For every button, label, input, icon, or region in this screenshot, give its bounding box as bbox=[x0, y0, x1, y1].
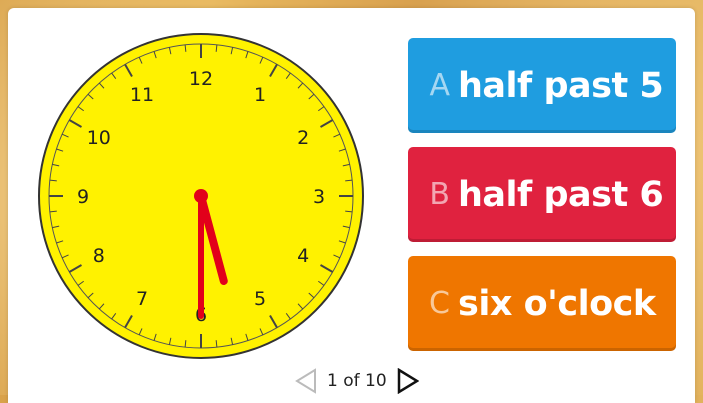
answer-letter: C bbox=[429, 286, 450, 321]
answer-letter: B bbox=[429, 177, 450, 212]
pager: 1 of 10 bbox=[293, 364, 433, 398]
answer-c-button[interactable]: C six o'clock bbox=[408, 256, 676, 351]
clock-number: 1 bbox=[254, 84, 266, 106]
answer-text: six o'clock bbox=[458, 283, 656, 324]
answer-b-button[interactable]: B half past 6 bbox=[408, 147, 676, 242]
clock-number: 4 bbox=[297, 245, 309, 267]
answer-text: half past 5 bbox=[458, 65, 664, 106]
clock-number: 10 bbox=[87, 127, 111, 149]
clock-number: 9 bbox=[77, 186, 89, 208]
clock-number: 11 bbox=[130, 84, 154, 106]
next-arrow-icon[interactable] bbox=[395, 366, 421, 396]
clock-number: 5 bbox=[254, 288, 266, 310]
clock-face: 121234567891011 bbox=[38, 33, 364, 359]
previous-arrow-icon[interactable] bbox=[293, 366, 319, 396]
clock-center bbox=[194, 189, 208, 203]
answer-text: half past 6 bbox=[458, 174, 664, 215]
answer-a-button[interactable]: A half past 5 bbox=[408, 38, 676, 133]
answer-letter: A bbox=[429, 68, 450, 103]
quiz-card: 121234567891011 A half past 5 B half pas… bbox=[8, 8, 695, 403]
answer-list: A half past 5 B half past 6 C six o'cloc… bbox=[408, 38, 676, 365]
clock: 121234567891011 bbox=[36, 26, 376, 366]
clock-number: 12 bbox=[189, 68, 213, 90]
page-counter: 1 of 10 bbox=[327, 371, 387, 391]
clock-number: 7 bbox=[136, 288, 148, 310]
clock-number: 3 bbox=[313, 186, 325, 208]
clock-number: 8 bbox=[93, 245, 105, 267]
clock-number: 2 bbox=[297, 127, 309, 149]
